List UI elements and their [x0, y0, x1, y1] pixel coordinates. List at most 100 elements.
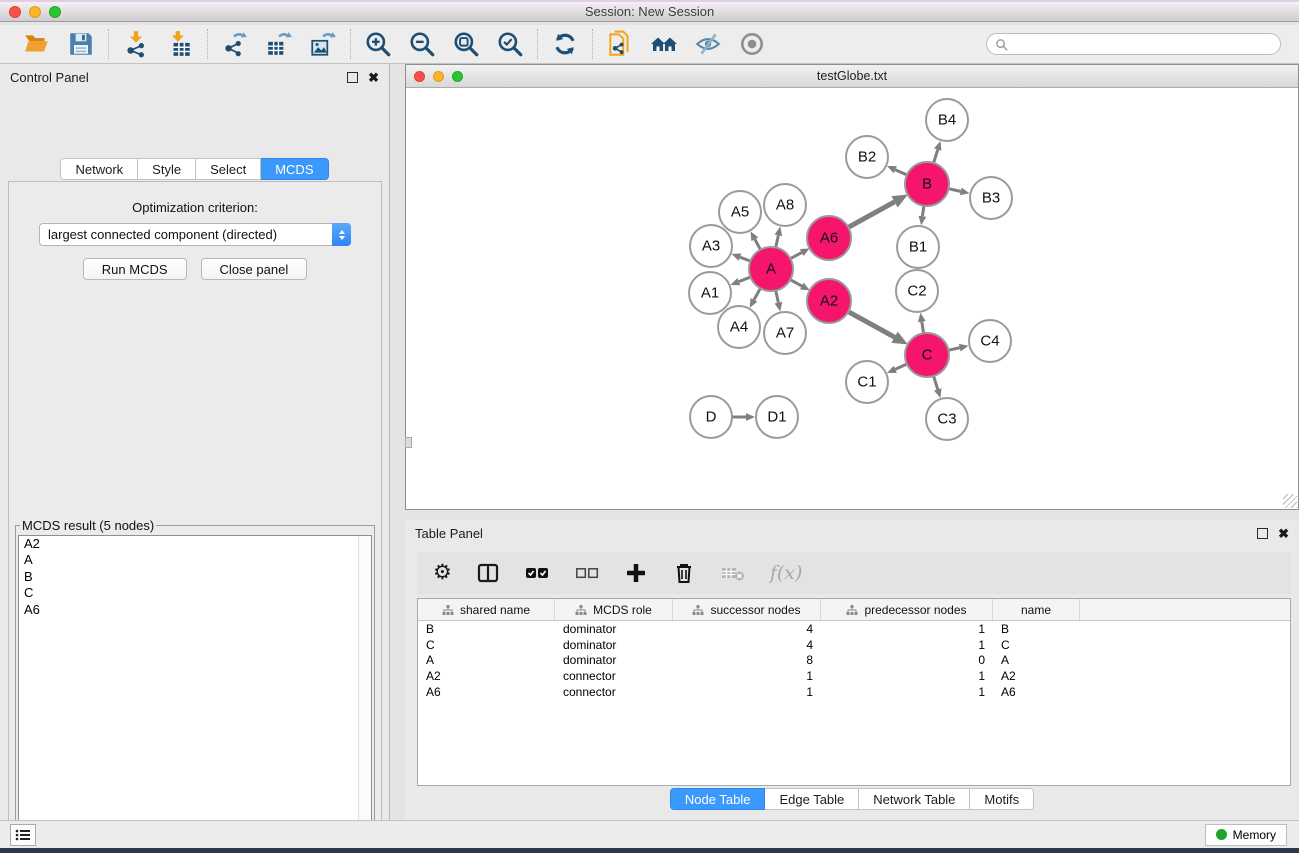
graph-edge[interactable]: [790, 253, 802, 259]
refresh-icon[interactable]: [551, 30, 579, 58]
table-row[interactable]: Adominator80A: [418, 653, 1290, 669]
criterion-select[interactable]: largest connected component (directed): [39, 223, 351, 246]
table-cell[interactable]: B: [993, 622, 1080, 636]
graph-node-A1[interactable]: A1: [689, 272, 731, 314]
hide-panel-icon[interactable]: [694, 30, 722, 58]
graph-node-A6[interactable]: A6: [807, 216, 851, 260]
tab-mcds[interactable]: MCDS: [261, 158, 328, 180]
select-all-checkboxes-icon[interactable]: [524, 560, 550, 586]
table-cell[interactable]: A: [993, 653, 1080, 667]
graph-node-B1[interactable]: B1: [897, 226, 939, 268]
table-cell[interactable]: 1: [673, 669, 821, 683]
graph-node-A2[interactable]: A2: [807, 279, 851, 323]
graph-node-A8[interactable]: A8: [764, 184, 806, 226]
zoom-out-icon[interactable]: [408, 30, 436, 58]
mcds-result-list[interactable]: A2ABCA6: [18, 535, 372, 853]
add-column-icon[interactable]: [624, 560, 648, 586]
open-session-icon[interactable]: [23, 30, 51, 58]
graph-node-A5[interactable]: A5: [719, 191, 761, 233]
close-panel-button[interactable]: Close panel: [201, 258, 308, 280]
column-header[interactable]: shared name: [418, 599, 555, 620]
table-cell[interactable]: A6: [993, 685, 1080, 699]
export-image-icon[interactable]: [309, 30, 337, 58]
table-cell[interactable]: 0: [821, 653, 993, 667]
import-table-icon[interactable]: [166, 30, 194, 58]
column-header[interactable]: MCDS role: [555, 599, 673, 620]
graph-edge[interactable]: [775, 235, 778, 248]
table-cell[interactable]: C: [418, 638, 555, 652]
tab-select[interactable]: Select: [196, 158, 261, 180]
window-grip-icon[interactable]: [405, 437, 412, 448]
table-cell[interactable]: 4: [673, 638, 821, 652]
resize-grip-icon[interactable]: [1283, 494, 1297, 508]
graph-node-C[interactable]: C: [905, 333, 949, 377]
table-cell[interactable]: dominator: [555, 653, 673, 667]
deselect-checkboxes-icon[interactable]: [574, 560, 600, 586]
import-network-icon[interactable]: [122, 30, 150, 58]
graph-edge[interactable]: [789, 279, 801, 286]
result-scrollbar[interactable]: [358, 536, 371, 853]
tab-network-table[interactable]: Network Table: [859, 788, 970, 810]
result-list-item[interactable]: C: [19, 585, 371, 601]
graph-edge[interactable]: [933, 150, 937, 164]
delete-table-icon[interactable]: [720, 560, 746, 586]
table-cell[interactable]: 1: [821, 669, 993, 683]
graph-edge[interactable]: [739, 277, 752, 282]
graph-edge[interactable]: [754, 287, 761, 299]
memory-button[interactable]: Memory: [1205, 824, 1287, 846]
tab-network[interactable]: Network: [60, 158, 138, 180]
table-cell[interactable]: C: [993, 638, 1080, 652]
close-table-panel-icon[interactable]: ✖: [1278, 528, 1289, 539]
graph-node-A4[interactable]: A4: [718, 306, 760, 348]
graph-edge[interactable]: [933, 375, 937, 389]
graph-node-A[interactable]: A: [749, 247, 793, 291]
table-row[interactable]: A6connector11A6: [418, 684, 1290, 700]
graph-edge[interactable]: [948, 188, 961, 191]
table-cell[interactable]: connector: [555, 669, 673, 683]
zoom-fit-icon[interactable]: [452, 30, 480, 58]
table-cell[interactable]: dominator: [555, 638, 673, 652]
graph-node-B2[interactable]: B2: [846, 136, 888, 178]
zoom-in-icon[interactable]: [364, 30, 392, 58]
search-field[interactable]: [986, 33, 1281, 55]
graph-node-C3[interactable]: C3: [926, 398, 968, 440]
table-cell[interactable]: 1: [673, 685, 821, 699]
export-table-icon[interactable]: [265, 30, 293, 58]
tab-style[interactable]: Style: [138, 158, 196, 180]
graph-node-B3[interactable]: B3: [970, 177, 1012, 219]
graph-node-D[interactable]: D: [690, 396, 732, 438]
table-cell[interactable]: 1: [821, 638, 993, 652]
home-icon[interactable]: [650, 30, 678, 58]
table-cell[interactable]: dominator: [555, 622, 673, 636]
table-cell[interactable]: 4: [673, 622, 821, 636]
network-from-file-icon[interactable]: [606, 30, 634, 58]
result-list-item[interactable]: A2: [19, 536, 371, 552]
table-row[interactable]: Cdominator41C: [418, 637, 1290, 653]
table-row[interactable]: A2connector11A2: [418, 668, 1290, 684]
graph-node-A3[interactable]: A3: [690, 225, 732, 267]
network-canvas[interactable]: B4B2BB3B1C2A5A8A6A3AA1A4A7A2CC4C1C3DD1: [406, 88, 1298, 509]
save-session-icon[interactable]: [67, 30, 95, 58]
graph-node-C4[interactable]: C4: [969, 320, 1011, 362]
graph-node-B4[interactable]: B4: [926, 99, 968, 141]
show-panel-icon[interactable]: [738, 30, 766, 58]
run-mcds-button[interactable]: Run MCDS: [83, 258, 187, 280]
table-cell[interactable]: 8: [673, 653, 821, 667]
graph-node-C1[interactable]: C1: [846, 361, 888, 403]
close-panel-icon[interactable]: ✖: [368, 72, 379, 83]
graph-edge[interactable]: [775, 290, 778, 303]
table-cell[interactable]: A2: [418, 669, 555, 683]
table-cell[interactable]: 1: [821, 685, 993, 699]
table-cell[interactable]: connector: [555, 685, 673, 699]
table-cell[interactable]: B: [418, 622, 555, 636]
result-list-item[interactable]: B: [19, 569, 371, 585]
gear-icon[interactable]: ⚙: [433, 560, 452, 586]
delete-column-icon[interactable]: [672, 560, 696, 586]
graph-edge[interactable]: [895, 170, 908, 176]
tab-node-table[interactable]: Node Table: [670, 788, 766, 810]
zoom-selected-icon[interactable]: [496, 30, 524, 58]
export-network-icon[interactable]: [221, 30, 249, 58]
graph-edge[interactable]: [847, 202, 894, 228]
table-cell[interactable]: A2: [993, 669, 1080, 683]
column-header[interactable]: name: [993, 599, 1080, 620]
